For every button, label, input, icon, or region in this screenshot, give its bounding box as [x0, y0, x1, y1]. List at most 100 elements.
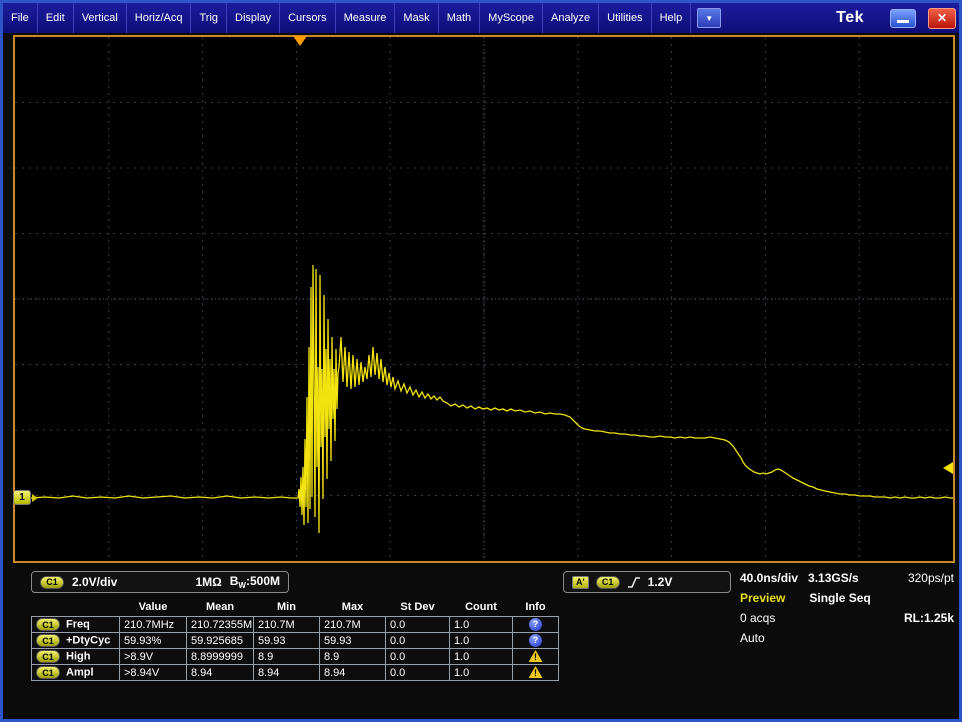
trigger-readout[interactable]: A' C1 1.2V [563, 571, 731, 593]
vertical-scale: 2.0V/div [72, 575, 117, 589]
bottom-panel: C1 2.0V/div 1MΩ BW:500M A' C1 1.2V 40.0n… [3, 563, 959, 719]
menu-item[interactable]: Trig [191, 3, 227, 33]
menu-item[interactable]: Horiz/Acq [127, 3, 192, 33]
meas-max: 8.94 [320, 665, 386, 681]
meas-mean: 59.925685 [187, 633, 254, 649]
meas-name: Ampl [66, 667, 94, 679]
trigger-source-badge: C1 [596, 576, 620, 589]
acquisition-mode: Single Seq [809, 591, 870, 605]
meas-value: >8.9V [120, 649, 187, 665]
meas-info-cell [513, 633, 559, 649]
timebase: 40.0ns/div [740, 571, 798, 585]
meas-header-count: Count [450, 599, 513, 617]
trigger-level-marker[interactable] [943, 462, 953, 474]
tek-logo: Tek [836, 9, 890, 27]
meas-header-blank [32, 599, 120, 617]
meas-value: >8.94V [120, 665, 187, 681]
sample-rate: 3.13GS/s [808, 571, 859, 585]
meas-info-cell [513, 665, 559, 681]
input-impedance: 1MΩ [195, 575, 221, 589]
menu-item[interactable]: Utilities [599, 3, 651, 33]
rising-edge-slope-icon [627, 575, 641, 590]
measurement-row: C1 High >8.9V 8.8999999 8.9 8.9 0.0 1.0 [32, 649, 559, 665]
meas-channel-badge: C1 [36, 666, 60, 679]
meas-min: 210.7M [254, 617, 320, 633]
meas-count: 1.0 [450, 617, 513, 633]
meas-label-cell: C1 Freq [32, 617, 120, 633]
menu-dropdown-button[interactable]: ▼ [697, 8, 721, 28]
measurement-row: C1Freq 210.7MHz 210.72355M 210.7M 210.7M… [32, 617, 559, 633]
meas-min: 8.9 [254, 649, 320, 665]
meas-min: 8.94 [254, 665, 320, 681]
record-length: RL:1.25k [904, 611, 954, 625]
meas-name: High [66, 651, 90, 663]
meas-channel-badge: C1 [36, 618, 60, 631]
trigger-position-marker[interactable] [293, 36, 307, 46]
meas-info-cell [513, 617, 559, 633]
meas-count: 1.0 [450, 633, 513, 649]
trigger-level-value: 1.2V [648, 575, 673, 589]
meas-header-value: Value [120, 599, 187, 617]
meas-channel-badge: C1 [36, 650, 60, 663]
menu-item[interactable]: Edit [38, 3, 74, 33]
channel1-reference-marker[interactable]: 1 [13, 490, 31, 505]
app-window: File Edit Vertical Horiz/Acq Trig Displa… [0, 0, 962, 722]
menu-item[interactable]: Display [227, 3, 280, 33]
sample-resolution: 320ps/pt [908, 571, 954, 585]
measurement-table: Value Mean Min Max St Dev Count Info C1 F… [31, 599, 558, 681]
meas-header-stdev: St Dev [386, 599, 450, 617]
measurement-row: C1 Ampl >8.94V 8.94 8.94 8.94 0.0 1.0 [32, 665, 559, 681]
meas-stdev: 0.0 [386, 649, 450, 665]
menu-item[interactable]: Mask [395, 3, 438, 33]
meas-mean: 210.72355M [187, 617, 254, 633]
meas-label-cell: C1 Ampl [32, 665, 120, 681]
meas-stdev: 0.0 [386, 665, 450, 681]
info-icon[interactable] [529, 618, 542, 631]
meas-info-cell [513, 649, 559, 665]
horizontal-panel: 40.0ns/div 3.13GS/s 320ps/pt Preview Sin… [740, 568, 954, 648]
meas-mean: 8.94 [187, 665, 254, 681]
vertical-readout[interactable]: C1 2.0V/div 1MΩ BW:500M [31, 571, 289, 593]
info-icon[interactable] [529, 666, 543, 678]
meas-max: 8.9 [320, 649, 386, 665]
info-icon[interactable] [529, 634, 542, 647]
scope-display: 1 [13, 35, 955, 563]
menu-item[interactable]: Help [652, 3, 692, 33]
meas-stdev: 0.0 [386, 633, 450, 649]
measurement-row: C1 +DtyCyc 59.93% 59.925685 59.93 59.93 0… [32, 633, 559, 649]
meas-min: 59.93 [254, 633, 320, 649]
meas-name: +DtyCyc [66, 635, 110, 647]
meas-name: Freq [66, 619, 90, 631]
menu-item[interactable]: Vertical [74, 3, 127, 33]
measurement-header-row: Value Mean Min Max St Dev Count Info [32, 599, 559, 617]
bandwidth-limit: BW:500M [230, 574, 280, 590]
menu-item[interactable]: Measure [336, 3, 396, 33]
menu-item[interactable]: Analyze [543, 3, 599, 33]
menu-item[interactable]: File [3, 3, 38, 33]
meas-value: 59.93% [120, 633, 187, 649]
meas-header-max: Max [320, 599, 386, 617]
minimize-icon [897, 20, 909, 23]
info-icon[interactable] [529, 650, 543, 662]
meas-label-cell: C1 High [32, 649, 120, 665]
close-button[interactable]: ✕ [928, 8, 956, 29]
menu-item[interactable]: MyScope [480, 3, 543, 33]
menu-item[interactable]: Math [439, 3, 480, 33]
meas-count: 1.0 [450, 665, 513, 681]
chevron-down-icon: ▼ [705, 14, 713, 23]
meas-mean: 8.8999999 [187, 649, 254, 665]
meas-max: 210.7M [320, 617, 386, 633]
trigger-mode: Auto [740, 631, 765, 645]
graticule-svg [15, 37, 953, 561]
channel-badge: C1 [40, 576, 64, 589]
acquisition-count: 0 acqs [740, 611, 775, 625]
meas-channel-badge: C1 [36, 634, 60, 647]
close-icon: ✕ [937, 11, 947, 25]
meas-header-info: Info [513, 599, 559, 617]
meas-count: 1.0 [450, 649, 513, 665]
waveform-trace [17, 265, 953, 533]
meas-max: 59.93 [320, 633, 386, 649]
menu-item[interactable]: Cursors [280, 3, 336, 33]
meas-stdev: 0.0 [386, 617, 450, 633]
minimize-button[interactable] [890, 9, 916, 28]
